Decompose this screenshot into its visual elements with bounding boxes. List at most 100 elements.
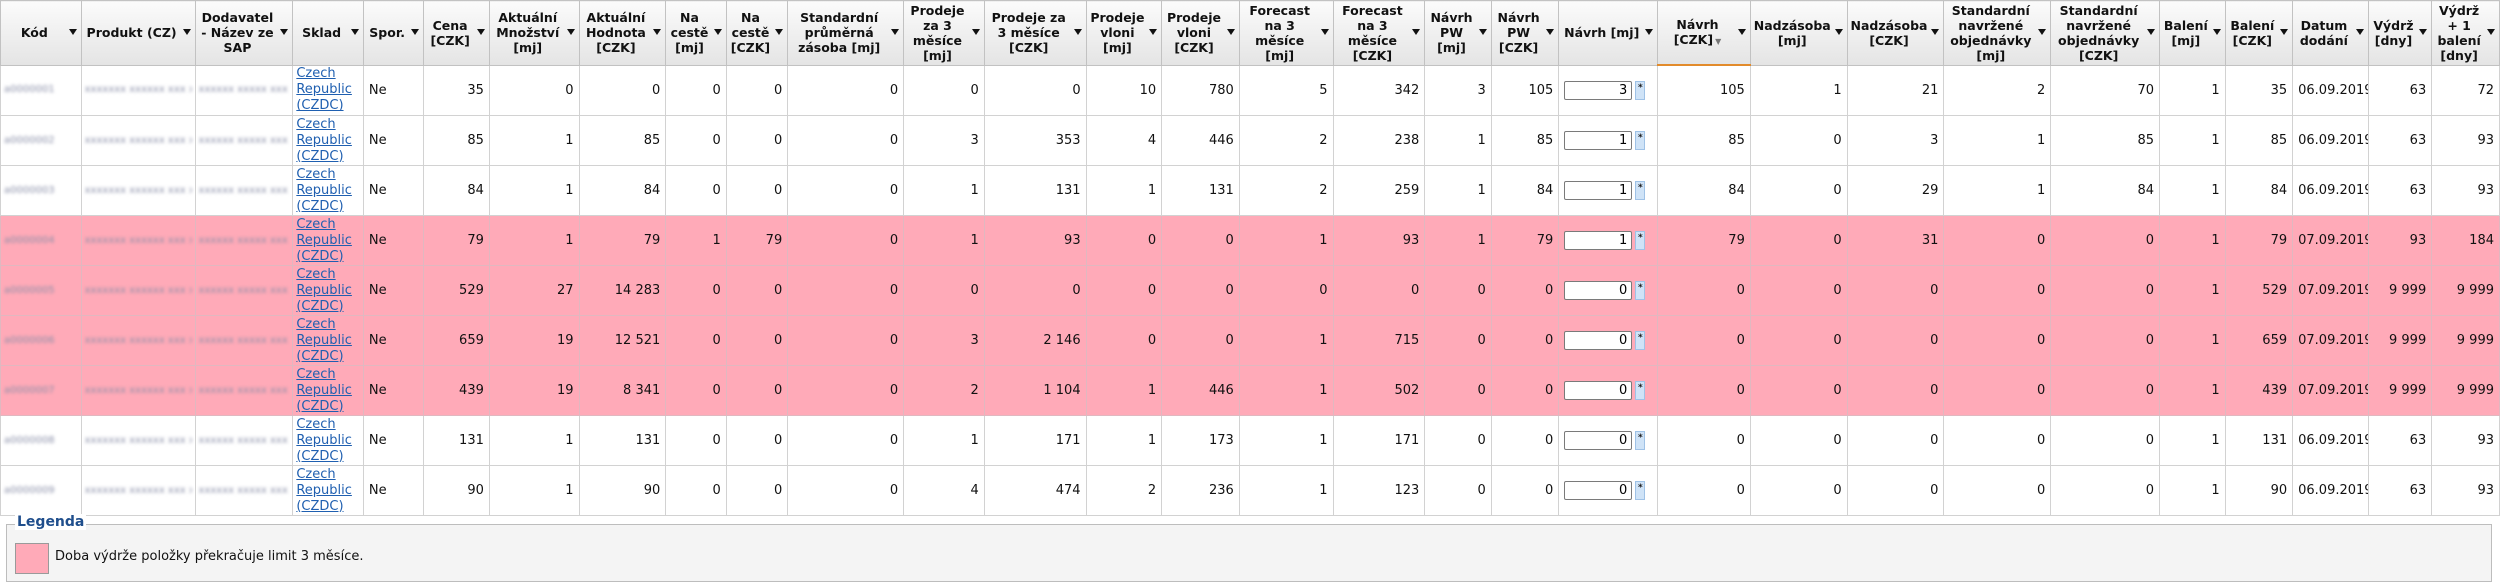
table-row[interactable]: a0000008 xxxxxxx xxxxxx xxx xxxxx x xxxxx x…	[0, 415, 2500, 466]
column-header[interactable]: Dodavatel - Název ze SAP	[194, 0, 294, 66]
column-menu-icon[interactable]	[1412, 29, 1421, 35]
column-header[interactable]: Prodeje za 3 měsíce [mj]	[903, 0, 985, 66]
warehouse-link[interactable]: Czech Republic (CZDC)	[296, 317, 352, 364]
table-row[interactable]: a0000005 xxxxxxx xxxxxx xxx xxxxx x xxxxx x…	[0, 265, 2500, 316]
column-menu-icon[interactable]	[350, 29, 359, 35]
warehouse-link[interactable]: Czech Republic (CZDC)	[296, 167, 352, 214]
column-menu-icon[interactable]	[2487, 29, 2495, 35]
column-menu-icon[interactable]	[2280, 29, 2289, 35]
proposal-quantity-input[interactable]	[1564, 431, 1633, 450]
column-menu-icon[interactable]	[1546, 29, 1555, 35]
column-menu-icon[interactable]	[1149, 29, 1158, 35]
column-header[interactable]: Standardní navržené objednávky [CZK]	[2050, 0, 2161, 66]
star-spin-icon[interactable]: *	[1635, 181, 1646, 200]
column-menu-icon[interactable]	[1320, 29, 1329, 35]
star-spin-icon[interactable]: *	[1635, 281, 1646, 300]
column-header[interactable]: Datum dodání	[2292, 0, 2369, 66]
column-header[interactable]: Kód	[0, 0, 82, 66]
column-header-label: Aktuální Množství [mj]	[496, 10, 560, 56]
column-menu-icon[interactable]	[775, 29, 784, 35]
proposal-quantity-input[interactable]	[1564, 231, 1633, 250]
column-header[interactable]: Nadzásoba [CZK]	[1846, 0, 1945, 66]
star-spin-icon[interactable]: *	[1635, 481, 1646, 500]
column-header[interactable]: Balení [CZK]	[2224, 0, 2294, 66]
table-row[interactable]: a0000009 xxxxxxx xxxxxx xxx xxxxx x xxxxx x…	[0, 465, 2500, 516]
product-code-cell-text: a0000002	[4, 134, 55, 146]
column-menu-icon[interactable]	[2038, 29, 2047, 35]
column-header[interactable]: Standardní navržené objednávky [mj]	[1943, 0, 2052, 66]
table-row[interactable]: a0000002 xxxxxxx xxxxxx xxx xxxxx x xxxxx x…	[0, 115, 2500, 166]
column-header[interactable]: Návrh PW [mj]	[1424, 0, 1492, 66]
column-menu-icon[interactable]	[1737, 29, 1746, 35]
proposal-quantity-input[interactable]	[1564, 131, 1633, 150]
value-cell: 79	[578, 215, 667, 266]
column-header[interactable]: Balení [mj]	[2159, 0, 2226, 66]
column-header[interactable]: Forecast na 3 měsíce [mj]	[1238, 0, 1334, 66]
column-header[interactable]: Na cestě [mj]	[665, 0, 727, 66]
column-menu-icon[interactable]	[1931, 29, 1940, 35]
proposal-quantity-input[interactable]	[1564, 281, 1633, 300]
column-header[interactable]: Spor.	[362, 0, 425, 66]
table-row[interactable]: a0000006 xxxxxxx xxxxxx xxx xxxxx x xxxxx x…	[0, 315, 2500, 366]
table-row[interactable]: a0000007 xxxxxxx xxxxxx xxx xxxxx x xxxxx x…	[0, 365, 2500, 416]
column-menu-icon[interactable]	[182, 29, 191, 35]
column-header[interactable]: Prodeje vloni [mj]	[1085, 0, 1163, 66]
column-menu-icon[interactable]	[1834, 29, 1843, 35]
column-menu-icon[interactable]	[411, 29, 420, 35]
warehouse-link[interactable]: Czech Republic (CZDC)	[296, 467, 352, 514]
column-menu-icon[interactable]	[1478, 29, 1487, 35]
warehouse-link[interactable]: Czech Republic (CZDC)	[296, 267, 352, 314]
column-menu-icon[interactable]	[566, 29, 575, 35]
warehouse-link[interactable]: Czech Republic (CZDC)	[296, 117, 352, 164]
star-spin-icon[interactable]: *	[1635, 131, 1646, 150]
column-header[interactable]: Produkt (CZ)	[80, 0, 196, 66]
table-row[interactable]: a0000004 xxxxxxx xxxxxx xxx xxxxx x xxxxx x…	[0, 215, 2500, 266]
column-header[interactable]: Návrh [CZK] ▼	[1657, 0, 1751, 66]
column-menu-icon[interactable]	[1073, 29, 1082, 35]
column-menu-icon[interactable]	[476, 29, 485, 35]
star-spin-icon[interactable]: *	[1635, 381, 1646, 400]
proposal-quantity-input[interactable]	[1564, 481, 1633, 500]
column-menu-icon[interactable]	[2212, 29, 2221, 35]
column-header[interactable]: Prodeje vloni [CZK]	[1161, 0, 1240, 66]
column-menu-icon[interactable]	[68, 29, 77, 35]
star-spin-icon[interactable]: *	[1635, 231, 1646, 250]
column-menu-icon[interactable]	[1645, 29, 1654, 35]
column-header[interactable]: Cena [CZK]	[423, 0, 490, 66]
column-header[interactable]: Forecast na 3 měsíce [CZK]	[1332, 0, 1426, 66]
value-cell: 2	[1085, 465, 1163, 516]
proposal-quantity-input[interactable]	[1564, 331, 1633, 350]
star-spin-icon[interactable]: *	[1635, 80, 1646, 100]
column-header[interactable]: Sklad	[292, 0, 364, 66]
column-menu-icon[interactable]	[891, 29, 900, 35]
star-spin-icon[interactable]: *	[1635, 331, 1646, 350]
column-header[interactable]: Nadzásoba [mj]	[1749, 0, 1848, 66]
proposal-quantity-input[interactable]	[1564, 381, 1633, 400]
column-header[interactable]: Aktuální Množství [mj]	[488, 0, 580, 66]
column-header[interactable]: Návrh PW [CZK]	[1490, 0, 1560, 66]
table-row[interactable]: a0000003 xxxxxxx xxxxxx xxx xxxxx x xxxxx x…	[0, 165, 2500, 216]
column-header[interactable]: Návrh [mj]	[1558, 0, 1659, 66]
column-menu-icon[interactable]	[971, 29, 980, 35]
column-header[interactable]: Aktuální Hodnota [CZK]	[578, 0, 667, 66]
column-header[interactable]: Na cestě [CZK]	[725, 0, 789, 66]
column-menu-icon[interactable]	[653, 29, 662, 35]
column-header[interactable]: Výdrž + 1 balení [dny]	[2431, 0, 2500, 66]
column-menu-icon[interactable]	[713, 29, 722, 35]
column-menu-icon[interactable]	[2419, 29, 2428, 35]
warehouse-link[interactable]: Czech Republic (CZDC)	[296, 66, 352, 113]
table-row[interactable]: a0000001 xxxxxxx xxxxxx xxx xxxxx x xxxxx x…	[0, 64, 2500, 116]
column-header[interactable]: Standardní průměrná zásoba [mj]	[787, 0, 905, 66]
proposal-quantity-input[interactable]	[1564, 181, 1633, 200]
column-menu-icon[interactable]	[2355, 29, 2364, 35]
column-menu-icon[interactable]	[2147, 29, 2156, 35]
column-menu-icon[interactable]	[280, 29, 289, 35]
warehouse-link[interactable]: Czech Republic (CZDC)	[296, 417, 352, 464]
star-spin-icon[interactable]: *	[1635, 431, 1646, 450]
column-menu-icon[interactable]	[1226, 29, 1235, 35]
proposal-quantity-input[interactable]	[1564, 80, 1633, 100]
column-header[interactable]: Prodeje za 3 měsíce [CZK]	[983, 0, 1087, 66]
warehouse-link[interactable]: Czech Republic (CZDC)	[296, 217, 352, 264]
warehouse-link[interactable]: Czech Republic (CZDC)	[296, 367, 352, 414]
column-header[interactable]: Výdrž [dny]	[2367, 0, 2433, 66]
